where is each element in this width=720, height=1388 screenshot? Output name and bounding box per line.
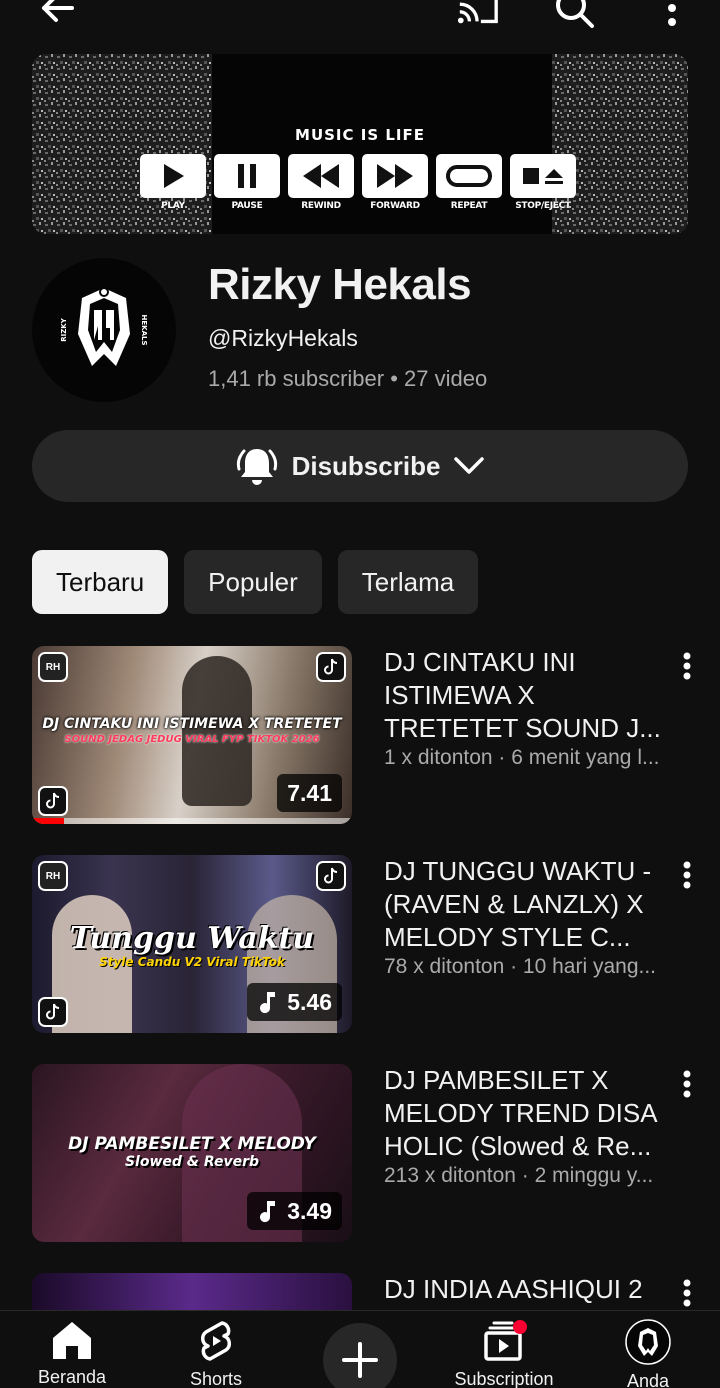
video-duration: 7.41 [277,774,342,812]
video-title[interactable]: DJ INDIA AASHIQUI 2 [384,1273,664,1310]
thumbnail-subtitle-text: Slowed & Reverb [124,1154,260,1170]
chip-terbaru[interactable]: Terbaru [32,550,169,614]
play-control: PLAY [140,154,206,211]
nav-beranda[interactable]: Beranda [17,1319,127,1388]
video-duration: 3.49 [247,1192,342,1230]
rewind-control: REWIND [288,154,354,211]
cast-icon[interactable] [456,0,500,30]
video-item[interactable]: DJ INDIA AASHIQUI 2 [32,1273,691,1333]
subscribed-button[interactable]: Disubscribe [32,430,688,502]
thumbnail-subtitle-text: SOUND JEDAG JEDUG VIRAL FYP TIKTOK 2026 [64,734,320,745]
thumbnail-title-text: DJ PAMBESILET X MELODY [68,1134,316,1154]
notification-dot [513,1320,527,1334]
subscribed-label: Disubscribe [291,450,441,481]
video-item[interactable]: Tunggu Waktu Style Candu V2 Viral TikTok… [32,855,691,1033]
channel-logo-badge: RH [38,861,68,891]
nav-label: Subscription [454,1369,554,1388]
forward-label: FORWARD [370,201,420,211]
rewind-label: REWIND [301,201,341,211]
search-icon[interactable] [552,0,596,30]
video-item[interactable]: DJ PAMBESILET X MELODY Slowed & Reverb 3… [32,1064,691,1242]
nav-label: Beranda [37,1367,107,1387]
banner-title: MUSIC IS LIFE [295,126,425,144]
channel-logo-badge: RH [38,652,68,682]
video-title[interactable]: DJ PAMBESILET X MELODY TREND DISA HOLIC … [384,1064,664,1163]
nav-shorts[interactable]: Shorts [161,1319,271,1388]
video-meta: 213 x ditonton · 2 minggu y... [384,1164,654,1187]
avatar-text-left: RIZKY [60,317,68,341]
channel-name: Rizky Hekals [208,260,472,309]
stop-eject-label: STOP/EJECT [515,201,571,211]
video-thumbnail[interactable]: DJ CINTAKU INI ISTIMEWA X TRETETET SOUND… [32,646,352,824]
you-avatar-icon [625,1319,671,1365]
stop-eject-icon [523,168,563,184]
pause-control: PAUSE [214,154,280,211]
top-app-bar [0,0,720,40]
channel-banner: MUSIC IS LIFE PLAY PAUSE REWIND FORWARD … [32,54,688,234]
play-icon [164,164,184,188]
video-meta: 1 x ditonton · 6 menit yang l... [384,746,660,769]
music-note-icon [260,992,276,1014]
video-title[interactable]: DJ CINTAKU INI ISTIMEWA X TRETETET SOUND… [384,646,664,745]
nav-label: Shorts [189,1369,243,1388]
tiktok-icon [316,652,346,682]
thumbnail-title-text: DJ CINTAKU INI ISTIMEWA X TRETETET [42,716,342,732]
chip-populer[interactable]: Populer [184,550,322,614]
home-icon [53,1322,91,1359]
play-label: PLAY [161,201,185,211]
video-title[interactable]: DJ TUNGGU WAKTU - (RAVEN & LANZLX) X MEL… [384,855,664,954]
tiktok-icon [38,786,68,816]
tiktok-icon [38,997,68,1027]
video-item[interactable]: DJ CINTAKU INI ISTIMEWA X TRETETET SOUND… [32,646,691,824]
bottom-navigation: Beranda Shorts Subscription Anda [0,1310,720,1388]
thumbnail-subtitle-text: Style Candu V2 Viral TikTok [99,955,285,969]
create-button[interactable] [323,1323,397,1388]
duration-text: 7.41 [287,779,332,806]
video-thumbnail[interactable]: DJ PAMBESILET X MELODY Slowed & Reverb 3… [32,1064,352,1242]
channel-logo: RIZKY HEKALS [60,287,148,366]
watch-progress-fill [32,818,64,824]
bell-icon [236,449,277,485]
watch-progress-bar [32,818,352,824]
chip-terlama[interactable]: Terlama [337,550,479,614]
stop-eject-control: STOP/EJECT [510,154,576,211]
sort-chips: Terbaru Populer Terlama [32,550,479,614]
nav-anda[interactable]: Anda [593,1319,703,1388]
video-duration: 5.46 [247,983,342,1021]
forward-control: FORWARD [362,154,428,211]
shorts-icon [201,1321,231,1361]
more-vert-icon[interactable] [672,648,702,684]
forward-icon [377,164,413,188]
banner-controls: PLAY PAUSE REWIND FORWARD REPEAT STOP/EJ… [140,154,576,211]
avatar-text-right: HEKALS [140,315,148,346]
repeat-icon [446,165,492,187]
pause-label: PAUSE [231,201,263,211]
channel-handle: @RizkyHekals [208,325,358,351]
rewind-icon [303,164,339,188]
tiktok-icon [316,861,346,891]
thumbnail-title-text: Tunggu Waktu [69,921,315,956]
chevron-down-icon [454,457,485,474]
nav-label: Anda [626,1371,670,1388]
music-note-icon [260,1201,276,1223]
plus-icon [342,1342,378,1378]
back-arrow-icon[interactable] [34,0,78,30]
more-vert-icon[interactable] [672,1275,702,1311]
duration-text: 5.46 [287,988,332,1015]
repeat-label: REPEAT [450,201,488,211]
duration-text: 3.49 [287,1197,332,1224]
repeat-control: REPEAT [436,154,502,211]
channel-stats: 1,41 rb subscriber • 27 video [208,366,488,391]
pause-icon [238,164,256,188]
channel-avatar[interactable]: RIZKY HEKALS [32,258,176,402]
subscriptions-icon [484,1320,527,1361]
nav-subscriptions[interactable]: Subscription [449,1319,559,1388]
video-meta: 78 x ditonton · 10 hari yang... [384,955,657,978]
more-vert-icon[interactable] [672,1066,702,1102]
more-vert-icon[interactable] [672,857,702,893]
video-thumbnail[interactable]: Tunggu Waktu Style Candu V2 Viral TikTok… [32,855,352,1033]
more-options-icon[interactable] [650,0,694,30]
